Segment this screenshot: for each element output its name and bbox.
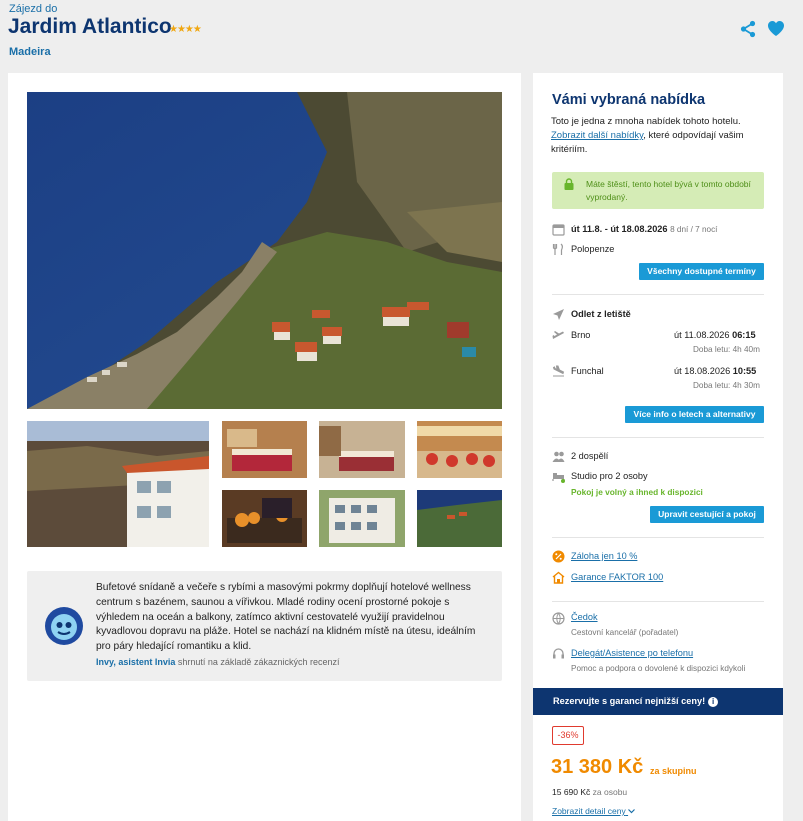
review-text: Bufetové snídaně a večeře s rybími a mas… <box>96 582 476 653</box>
price-per-person: 15 690 Kč za osobu <box>552 787 627 797</box>
info-icon[interactable]: i <box>708 696 719 707</box>
trip-dates: út 11.8. - út 18.08.2026 8 dní / 7 nocí <box>571 224 717 234</box>
offer-title: Vámi vybraná nabídka <box>552 92 706 108</box>
takeoff-icon <box>552 331 564 339</box>
bed-icon <box>552 473 565 483</box>
share-icon[interactable] <box>739 20 757 38</box>
chevron-down-icon <box>628 809 636 814</box>
outbound-duration: Doba letu: 4h 40m <box>693 345 760 354</box>
agency-icon <box>552 612 565 625</box>
plane-icon <box>553 309 564 320</box>
guarantee-link[interactable]: Garance FAKTOR 100 <box>571 572 663 582</box>
divider <box>552 294 764 295</box>
room-status: Pokoj je volný a ihned k dispozici <box>571 487 703 497</box>
inbound-duration: Doba letu: 4h 30m <box>693 381 760 390</box>
assistant-avatar <box>45 607 83 645</box>
hotel-stars: ★★★★ <box>169 24 202 35</box>
inbound-date: út 18.08.2026 10:55 <box>674 366 756 376</box>
photo-thumbnail[interactable] <box>222 421 307 478</box>
dates-value: út 11.8. - út 18.08.2026 <box>571 224 668 234</box>
price-detail-label: Zobrazit detail ceny <box>552 806 626 816</box>
outbound-date-value: út 11.08.2026 <box>674 330 730 340</box>
utensils-icon <box>552 243 563 255</box>
lucky-text: Máte štěstí, tento hotel bývá v tomto ob… <box>586 179 751 202</box>
outbound-date: út 11.08.2026 06:15 <box>674 330 756 340</box>
support-note: Pomoc a podpora o dovolené k dispozici k… <box>571 664 746 673</box>
edit-travelers-button[interactable]: Upravit cestující a pokoj <box>650 506 764 523</box>
calendar-icon <box>552 224 565 236</box>
flight-title: Odlet z letiště <box>571 309 631 319</box>
main-hotel-photo[interactable] <box>27 92 502 409</box>
review-author: Invy, asistent Invia shrnutí na základě … <box>96 657 339 667</box>
photo-thumbnail[interactable] <box>27 421 209 547</box>
agency-link[interactable]: Čedok <box>571 612 598 622</box>
best-price-banner: Rezervujte s garancí nejnižší ceny! i <box>533 688 783 715</box>
divider <box>552 537 764 538</box>
agency-note: Cestovní kancelář (pořadatel) <box>571 628 679 637</box>
photo-thumbnail[interactable] <box>222 490 307 547</box>
offer-intro: Toto je jedna z mnoha nabídek tohoto hot… <box>551 115 776 157</box>
divider <box>552 437 764 438</box>
landing-icon <box>552 365 565 377</box>
hotel-title: Jardim Atlantico <box>8 15 172 38</box>
price-detail-link[interactable]: Zobrazit detail ceny <box>552 806 636 816</box>
trip-duration: 8 dní / 7 nocí <box>670 225 718 234</box>
outbound-city: Brno <box>571 330 591 340</box>
discount-badge: -36% <box>552 726 584 745</box>
support-link[interactable]: Delegát/Asistence po telefonu <box>571 648 693 658</box>
price-per-person-suffix: za osobu <box>592 787 628 797</box>
intro-text: Toto je jedna z mnoha nabídek tohoto hot… <box>551 116 741 127</box>
photo-thumbnail[interactable] <box>417 490 502 547</box>
flight-info-button[interactable]: Více info o letech a alternativy <box>625 406 764 423</box>
headset-icon <box>553 648 564 659</box>
board-type: Polopenze <box>571 244 615 254</box>
deposit-link[interactable]: Záloha jen 10 % <box>571 551 637 561</box>
author-note: shrnutí na základě zákaznických recenzí <box>177 657 340 667</box>
lucky-notice: Máte štěstí, tento hotel bývá v tomto ob… <box>552 172 764 209</box>
price-per-person-value: 15 690 Kč <box>552 787 591 797</box>
author-name: Invy, asistent Invia <box>96 657 176 667</box>
photo-thumbnail[interactable] <box>319 490 405 547</box>
inbound-city: Funchal <box>571 366 604 376</box>
divider <box>552 601 764 602</box>
total-price: 31 380 Kč <box>551 756 644 778</box>
offer-panel: Vámi vybraná nabídka Toto je jedna z mno… <box>533 73 783 821</box>
outbound-time: 06:15 <box>732 330 756 340</box>
lock-icon <box>564 178 574 190</box>
gallery-panel: Bufetové snídaně a večeře s rybími a mas… <box>8 73 521 821</box>
price-suffix: za skupinu <box>650 766 697 776</box>
photo-thumbnail[interactable] <box>417 421 502 478</box>
percent-icon <box>552 550 565 563</box>
trip-label: Zájezd do <box>9 3 58 15</box>
banner-text: Rezervujte s garancí nejnižší ceny! <box>553 696 706 706</box>
room-type: Studio pro 2 osoby <box>571 471 648 481</box>
heart-icon[interactable] <box>767 20 785 38</box>
inbound-time: 10:55 <box>732 366 757 376</box>
all-dates-button[interactable]: Všechny dostupné termíny <box>639 263 764 280</box>
shield-icon <box>552 571 565 584</box>
more-offers-link[interactable]: Zobrazit další nabídky <box>551 130 643 141</box>
travelers-count: 2 dospělí <box>571 451 609 461</box>
review-summary: Bufetové snídaně a večeře s rybími a mas… <box>27 571 502 681</box>
inbound-date-value: út 18.08.2026 <box>674 366 731 376</box>
people-icon <box>552 451 565 462</box>
destination-link[interactable]: Madeira <box>9 46 51 58</box>
photo-thumbnail[interactable] <box>319 421 405 478</box>
